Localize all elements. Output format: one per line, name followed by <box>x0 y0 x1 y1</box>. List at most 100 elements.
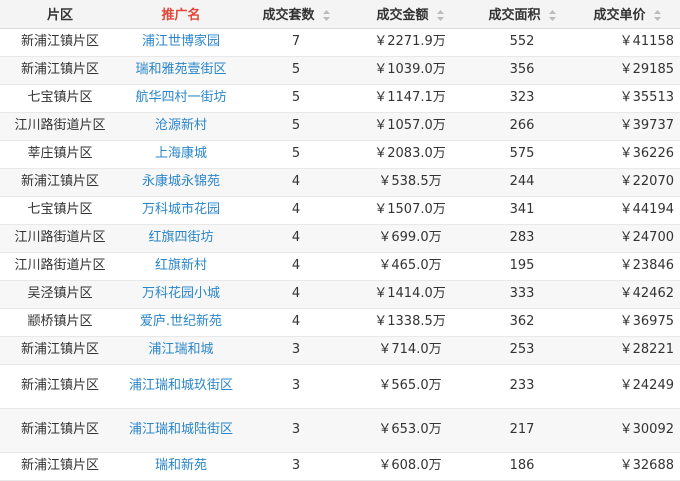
table-row: 新浦江镇片区 瑞和新苑 3 ￥608.0万 186 ￥32688 <box>0 452 680 481</box>
unit-price-cell: ￥35513 <box>574 84 680 113</box>
unit-price-cell: ￥28221 <box>574 336 680 365</box>
community-link[interactable]: 爱庐.世纪新苑 <box>120 308 242 337</box>
community-link[interactable]: 瑞和新苑 <box>120 452 242 481</box>
column-header-district: 片区 <box>0 0 120 29</box>
unit-price-cell: ￥41158 <box>574 28 680 57</box>
unit-price-cell: ￥42462 <box>574 280 680 309</box>
community-link[interactable]: 永康城永锦苑 <box>120 168 242 197</box>
community-link[interactable]: 上海康城 <box>120 140 242 169</box>
table-row: 颛桥镇片区 爱庐.世纪新苑 4 ￥1338.5万 362 ￥36975 <box>0 308 680 337</box>
unit-price-cell: ￥32688 <box>574 452 680 481</box>
table-row: 新浦江镇片区 瑞和雅苑壹街区 5 ￥1039.0万 356 ￥29185 <box>0 56 680 85</box>
unit-price-cell: ￥39737 <box>574 112 680 141</box>
deal-count-cell: 5 <box>242 140 350 169</box>
table-row: 七宝镇片区 航华四村一街坊 5 ￥1147.1万 323 ￥35513 <box>0 84 680 113</box>
deal-count-cell: 3 <box>242 336 350 365</box>
deal-area-cell: 217 <box>470 408 574 453</box>
community-link[interactable]: 浦江瑞和城玖街区 <box>120 364 242 409</box>
sort-icon[interactable] <box>436 10 444 22</box>
district-cell: 七宝镇片区 <box>0 84 120 113</box>
deal-count-cell: 4 <box>242 196 350 225</box>
deal-count-cell: 4 <box>242 280 350 309</box>
column-header-label: 成交面积 <box>488 8 541 24</box>
district-cell: 七宝镇片区 <box>0 196 120 225</box>
deal-amount-cell: ￥699.0万 <box>350 224 470 253</box>
deal-area-cell: 233 <box>470 364 574 409</box>
district-cell: 江川路街道片区 <box>0 252 120 281</box>
deal-count-cell: 4 <box>242 308 350 337</box>
deal-amount-cell: ￥465.0万 <box>350 252 470 281</box>
column-header-unit-price[interactable]: 成交单价 <box>574 0 680 29</box>
district-cell: 莘庄镇片区 <box>0 140 120 169</box>
deal-count-cell: 5 <box>242 56 350 85</box>
unit-price-cell: ￥22070 <box>574 168 680 197</box>
column-header-promo-name[interactable]: 推广名 <box>120 0 242 29</box>
table-row: 莘庄镇片区 上海康城 5 ￥2083.0万 575 ￥36226 <box>0 140 680 169</box>
deal-area-cell: 341 <box>470 196 574 225</box>
unit-price-cell: ￥44194 <box>574 196 680 225</box>
table-row: 七宝镇片区 万科城市花园 4 ￥1507.0万 341 ￥44194 <box>0 196 680 225</box>
deal-count-cell: 5 <box>242 112 350 141</box>
sort-icon[interactable] <box>322 10 330 22</box>
deal-amount-cell: ￥608.0万 <box>350 452 470 481</box>
community-link[interactable]: 沧源新村 <box>120 112 242 141</box>
deal-amount-cell: ￥538.5万 <box>350 168 470 197</box>
table-row: 新浦江镇片区 浦江世博家园 7 ￥2271.9万 552 ￥41158 <box>0 28 680 57</box>
community-link[interactable]: 航华四村一街坊 <box>120 84 242 113</box>
community-link[interactable]: 浦江瑞和城陆街区 <box>120 408 242 453</box>
deal-area-cell: 552 <box>470 28 574 57</box>
deal-area-cell: 362 <box>470 308 574 337</box>
column-header-deal-area[interactable]: 成交面积 <box>470 0 574 29</box>
sort-icon[interactable] <box>653 10 661 22</box>
table-row: 新浦江镇片区 浦江瑞和城 3 ￥714.0万 253 ￥28221 <box>0 336 680 365</box>
deal-amount-cell: ￥714.0万 <box>350 336 470 365</box>
unit-price-cell: ￥24700 <box>574 224 680 253</box>
table-row: 新浦江镇片区 浦江瑞和城陆街区 3 ￥653.0万 217 ￥30092 <box>0 408 680 453</box>
district-cell: 新浦江镇片区 <box>0 56 120 85</box>
deal-amount-cell: ￥2271.9万 <box>350 28 470 57</box>
deal-count-cell: 3 <box>242 364 350 409</box>
community-link[interactable]: 瑞和雅苑壹街区 <box>120 56 242 85</box>
community-link[interactable]: 浦江瑞和城 <box>120 336 242 365</box>
community-link[interactable]: 万科城市花园 <box>120 196 242 225</box>
deal-amount-cell: ￥1057.0万 <box>350 112 470 141</box>
community-link[interactable]: 万科花园小城 <box>120 280 242 309</box>
district-cell: 新浦江镇片区 <box>0 28 120 57</box>
district-cell: 颛桥镇片区 <box>0 308 120 337</box>
district-cell: 新浦江镇片区 <box>0 408 120 453</box>
community-link[interactable]: 红旗四街坊 <box>120 224 242 253</box>
column-header-label: 成交单价 <box>593 8 646 24</box>
deal-area-cell: 266 <box>470 112 574 141</box>
deal-amount-cell: ￥565.0万 <box>350 364 470 409</box>
deal-amount-cell: ￥1414.0万 <box>350 280 470 309</box>
column-header-label: 成交套数 <box>262 8 315 24</box>
district-cell: 新浦江镇片区 <box>0 168 120 197</box>
deal-count-cell: 4 <box>242 168 350 197</box>
deal-area-cell: 195 <box>470 252 574 281</box>
deal-area-cell: 253 <box>470 336 574 365</box>
sort-icon[interactable] <box>548 10 556 22</box>
unit-price-cell: ￥36975 <box>574 308 680 337</box>
deal-amount-cell: ￥1338.5万 <box>350 308 470 337</box>
deal-count-cell: 3 <box>242 408 350 453</box>
column-header-deal-count[interactable]: 成交套数 <box>242 0 350 29</box>
deal-area-cell: 333 <box>470 280 574 309</box>
deal-area-cell: 323 <box>470 84 574 113</box>
deal-amount-cell: ￥2083.0万 <box>350 140 470 169</box>
deal-table: 片区 推广名 成交套数 成交金额 成交面积 成交单价 新浦江镇片区 浦江世博家园 7… <box>0 0 680 481</box>
deal-area-cell: 356 <box>470 56 574 85</box>
deal-amount-cell: ￥1039.0万 <box>350 56 470 85</box>
deal-count-cell: 5 <box>242 84 350 113</box>
deal-count-cell: 4 <box>242 252 350 281</box>
district-cell: 江川路街道片区 <box>0 112 120 141</box>
district-cell: 新浦江镇片区 <box>0 336 120 365</box>
community-link[interactable]: 浦江世博家园 <box>120 28 242 57</box>
unit-price-cell: ￥29185 <box>574 56 680 85</box>
deal-amount-cell: ￥653.0万 <box>350 408 470 453</box>
community-link[interactable]: 红旗新村 <box>120 252 242 281</box>
table-row: 江川路街道片区 红旗四街坊 4 ￥699.0万 283 ￥24700 <box>0 224 680 253</box>
district-cell: 新浦江镇片区 <box>0 452 120 481</box>
deal-area-cell: 186 <box>470 452 574 481</box>
column-header-deal-amount[interactable]: 成交金额 <box>350 0 470 29</box>
deal-area-cell: 244 <box>470 168 574 197</box>
